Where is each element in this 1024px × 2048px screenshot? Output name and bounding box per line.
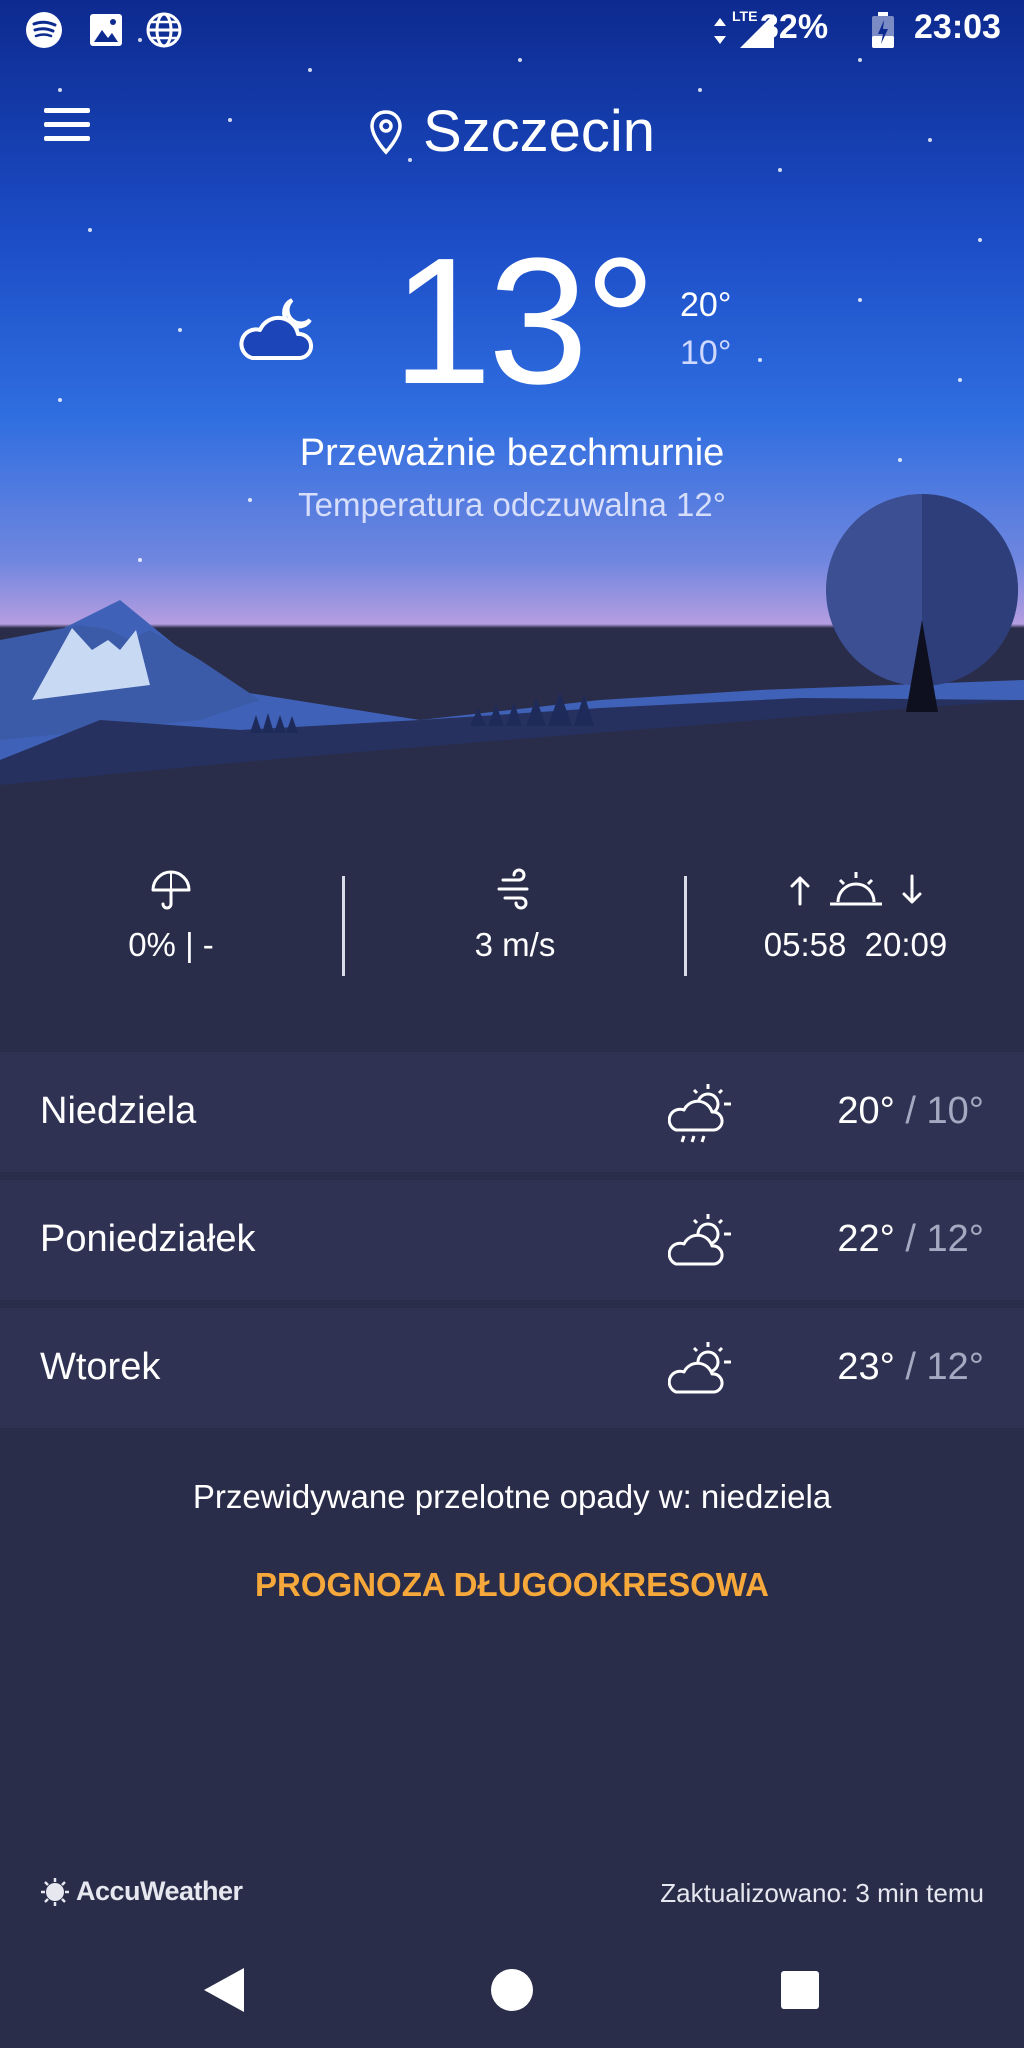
wind-stat: 3 m/s bbox=[345, 868, 685, 978]
current-temperature: 13° bbox=[392, 221, 656, 422]
sunset-time: 20:09 bbox=[864, 926, 948, 963]
cloud-sun-rain-icon bbox=[668, 1084, 731, 1143]
today-high-temperature: 20° bbox=[680, 286, 732, 324]
forecast-day-name: Poniedziałek bbox=[40, 1218, 256, 1260]
precipitation-note: Przewidywane przelotne opady w: niedziel… bbox=[192, 1478, 832, 1515]
wind-value: 3 m/s bbox=[474, 926, 556, 963]
last-updated: Zaktualizowano: 3 min temu bbox=[660, 1878, 984, 1908]
back-icon bbox=[204, 1968, 244, 2012]
today-low-temperature: 10° bbox=[680, 334, 732, 372]
temp-separator: / bbox=[905, 1346, 916, 1388]
accuweather-sun-icon bbox=[41, 1877, 69, 1906]
wind-icon bbox=[497, 868, 529, 910]
forecast-high: 22° bbox=[837, 1218, 895, 1260]
sunrise-sunset-icon bbox=[790, 872, 921, 906]
back-button[interactable] bbox=[196, 1960, 256, 2020]
forecast-day-name: Niedziela bbox=[40, 1090, 197, 1132]
feels-like-temperature: Temperatura odczuwalna 12° bbox=[298, 486, 726, 523]
clock: 23:03 bbox=[914, 8, 1001, 46]
recents-button[interactable] bbox=[770, 1960, 830, 2020]
brand-name: AccuWeather bbox=[76, 1876, 243, 1906]
forecast-low: 12° bbox=[926, 1346, 984, 1388]
weather-condition: Przeważnie bezchmurnie bbox=[299, 432, 725, 474]
forecast-row[interactable]: Wtorek 23° / 12° bbox=[0, 1308, 1024, 1428]
location-selector[interactable]: Szczecin bbox=[369, 98, 655, 165]
navigation-bar bbox=[0, 1930, 1024, 2048]
city-name: Szczecin bbox=[422, 99, 656, 164]
globe-icon bbox=[146, 12, 182, 48]
forecast-temps: 20° / 10° bbox=[837, 1090, 984, 1133]
battery-icon bbox=[872, 12, 894, 48]
sun-times: 05:58 20:09 bbox=[687, 926, 1024, 964]
precipitation-stat: 0% | - bbox=[0, 868, 342, 978]
forecast-temps: 23° / 12° bbox=[837, 1346, 984, 1389]
forecast-low: 12° bbox=[926, 1218, 984, 1260]
network-type-label: LTE bbox=[732, 8, 758, 24]
forecast-row[interactable]: Niedziela 20° / 10° bbox=[0, 1052, 1024, 1172]
spotify-icon bbox=[26, 12, 62, 48]
long-range-forecast-button[interactable]: PROGNOZA DŁUGOOKRESOWA bbox=[0, 1566, 1024, 1604]
recents-icon bbox=[781, 1971, 819, 2009]
location-header: Szczecin bbox=[0, 98, 1024, 165]
forecast-low: 10° bbox=[926, 1090, 984, 1132]
gallery-icon bbox=[90, 14, 122, 46]
weather-app-screen: LTE 32% 23:03 Szczecin 13° 20° 10° Przew… bbox=[0, 0, 1024, 2048]
home-icon bbox=[491, 1969, 533, 2011]
forecast-temps: 22° / 12° bbox=[837, 1218, 984, 1261]
forecast-high: 23° bbox=[837, 1346, 895, 1388]
temp-separator: / bbox=[905, 1090, 916, 1132]
cloud-sun-icon bbox=[668, 1342, 731, 1394]
forecast-row[interactable]: Poniedziałek 22° / 12° bbox=[0, 1180, 1024, 1300]
accuweather-logo[interactable]: AccuWeather bbox=[40, 1876, 243, 1907]
forecast-high: 20° bbox=[837, 1090, 895, 1132]
sunrise-time: 05:58 bbox=[763, 926, 847, 963]
umbrella-icon bbox=[151, 870, 191, 910]
home-button[interactable] bbox=[482, 1960, 542, 2020]
precipitation-value: 0% | - bbox=[128, 926, 214, 963]
forecast-day-name: Wtorek bbox=[40, 1346, 161, 1388]
cloud-sun-icon bbox=[668, 1214, 731, 1266]
stats-row: 0% | - 3 m/s 05:58 20:09 bbox=[0, 868, 1024, 978]
status-bar: LTE 32% 23:03 bbox=[0, 0, 1024, 64]
battery-percent: 32% bbox=[760, 8, 829, 46]
sun-stat: 05:58 20:09 bbox=[687, 868, 1024, 978]
location-pin-icon bbox=[370, 109, 402, 155]
temp-separator: / bbox=[905, 1218, 916, 1260]
partly-cloudy-night-icon bbox=[239, 298, 313, 360]
